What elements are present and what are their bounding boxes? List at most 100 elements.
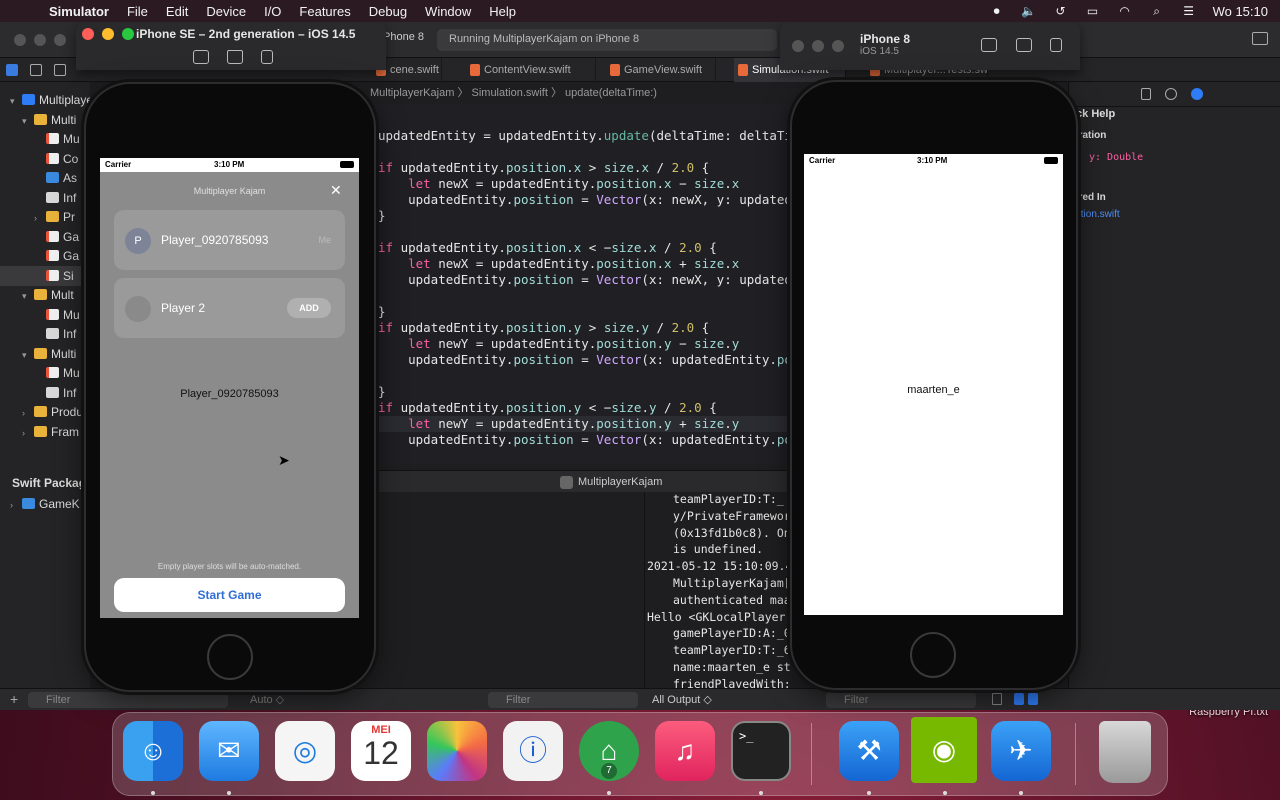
- simulator-8-titlebar[interactable]: iPhone 8 iOS 14.5: [780, 22, 1080, 70]
- nvidia-icon[interactable]: ◉: [911, 717, 977, 783]
- menu-app-name[interactable]: Simulator: [40, 4, 118, 19]
- symbol-navigator-icon[interactable]: [54, 64, 66, 76]
- navigator-item[interactable]: › Fram: [0, 422, 90, 442]
- source-control-icon[interactable]: [30, 64, 42, 76]
- iphone-8-screen[interactable]: Carrier 3:10 PM maarten_e: [804, 154, 1063, 615]
- navigator-item[interactable]: › Pr: [0, 207, 90, 227]
- navigator-item[interactable]: Inf: [0, 188, 90, 208]
- music-icon[interactable]: ♫: [655, 721, 715, 781]
- calendar-icon[interactable]: MEI 12: [351, 721, 411, 781]
- rotate-icon[interactable]: [1050, 38, 1062, 52]
- menu-device[interactable]: Device: [197, 4, 255, 19]
- navigator-filter-input[interactable]: Filter: [28, 692, 228, 708]
- tab-contentview[interactable]: ContentView.swift: [466, 58, 596, 82]
- source-editor[interactable]: updatedEntity = updatedEntity.update(del…: [370, 104, 790, 464]
- terminal-icon[interactable]: >_: [731, 721, 791, 781]
- start-game-button[interactable]: Start Game: [114, 578, 345, 612]
- menu-debug[interactable]: Debug: [360, 4, 416, 19]
- navigator-item[interactable]: Inf: [0, 324, 90, 344]
- navigator-item[interactable]: Mu: [0, 129, 90, 149]
- screenshot-icon[interactable]: [981, 38, 997, 52]
- trash-icon[interactable]: [1099, 721, 1151, 783]
- time-machine-icon[interactable]: ↺: [1053, 4, 1069, 18]
- close-icon[interactable]: ✕: [330, 182, 342, 199]
- navigator-item[interactable]: Si: [0, 265, 90, 286]
- navigator-item[interactable]: ▾ Multi: [0, 344, 90, 364]
- auto-selector[interactable]: Auto ◇: [250, 693, 284, 706]
- menu-io[interactable]: I/O: [255, 4, 290, 19]
- menu-file[interactable]: File: [118, 4, 157, 19]
- console-output[interactable]: teamPlayerID:T:_ y/PrivateFramewor (0x13fd…: [645, 492, 790, 692]
- navigator-item[interactable]: ▾ Multi: [0, 110, 90, 130]
- all-output-selector[interactable]: All Output ◇: [652, 693, 712, 706]
- variables-view: [370, 492, 645, 692]
- console-filter-input[interactable]: Filter: [826, 692, 976, 708]
- debug-target-label[interactable]: MultiplayerKajam: [578, 471, 662, 493]
- code-line: updatedEntity = updatedEntity.update(del…: [378, 128, 790, 143]
- add-icon[interactable]: +: [10, 691, 18, 707]
- navigator-item[interactable]: Ga: [0, 227, 90, 247]
- navigator-item[interactable]: ▾Multiplayer: [0, 90, 90, 110]
- mail-icon[interactable]: ✉: [199, 721, 259, 781]
- history-icon[interactable]: [1165, 88, 1177, 100]
- auto-match-note: Empty player slots will be auto-matched.: [157, 562, 302, 571]
- home-icon[interactable]: [1016, 38, 1032, 52]
- screenshot-icon[interactable]: [193, 50, 209, 64]
- quick-help-icon[interactable]: [1191, 88, 1203, 100]
- bank-icon[interactable]: ⌂ 7: [579, 721, 639, 781]
- breadcrumb-file[interactable]: Simulation.swift: [472, 87, 548, 99]
- spotlight-icon[interactable]: ⌕: [1149, 4, 1165, 18]
- navigator-item[interactable]: As: [0, 168, 90, 188]
- record-icon[interactable]: ⏺: [989, 4, 1005, 18]
- menubar-clock[interactable]: Wo 15:10: [1213, 4, 1268, 19]
- simulator-8-window-controls[interactable]: [792, 40, 844, 52]
- navigator-item[interactable]: Mu: [0, 305, 90, 325]
- file-inspector-icon[interactable]: [1141, 88, 1151, 100]
- safari-icon[interactable]: ◎: [275, 721, 335, 781]
- breadcrumb-project[interactable]: MultiplayerKajam: [370, 87, 454, 99]
- wifi-icon[interactable]: ◠: [1117, 4, 1133, 18]
- xcode-window-controls[interactable]: [14, 34, 66, 46]
- add-player-button[interactable]: ADD: [287, 298, 331, 318]
- navigator-selector[interactable]: [6, 64, 66, 76]
- navigator-item[interactable]: Ga: [0, 246, 90, 266]
- declared-in-link[interactable]: lation.swift: [1073, 209, 1120, 220]
- battery-icon[interactable]: ▭: [1085, 4, 1101, 18]
- tab-gameview[interactable]: GameView.swift: [606, 58, 716, 82]
- navigator-item[interactable]: Inf: [0, 383, 90, 403]
- simulator-icon[interactable]: ✈: [991, 721, 1051, 781]
- menu-features[interactable]: Features: [290, 4, 359, 19]
- navigator-item[interactable]: ▾ Mult: [0, 285, 90, 305]
- rotate-icon[interactable]: [261, 50, 273, 64]
- finder-icon[interactable]: ☺: [123, 721, 183, 781]
- menu-window[interactable]: Window: [416, 4, 480, 19]
- inspector-toggle-icon[interactable]: [1252, 32, 1268, 45]
- photos-icon[interactable]: [427, 721, 487, 781]
- home-icon[interactable]: [227, 50, 243, 64]
- iphone-se-screen[interactable]: Carrier 3:10 PM Multiplayer Kajam ✕ P Pl…: [100, 158, 359, 618]
- simulator-se-titlebar[interactable]: iPhone SE – 2nd generation – iOS 14.5: [76, 22, 386, 70]
- scheme-destination[interactable]: Phone 8: [383, 31, 424, 43]
- navigator-item[interactable]: › Produ: [0, 402, 90, 422]
- home-button[interactable]: [910, 632, 956, 678]
- swift-packages-header: Swift Packag: [12, 476, 87, 490]
- control-center-icon[interactable]: ☰: [1181, 4, 1197, 18]
- navigator-item[interactable]: Mu: [0, 363, 90, 383]
- menu-edit[interactable]: Edit: [157, 4, 197, 19]
- home-button[interactable]: [207, 634, 253, 680]
- package-item[interactable]: › GameK: [0, 494, 90, 514]
- volume-icon[interactable]: 🔈: [1021, 4, 1037, 18]
- split-right-icon[interactable]: [1028, 693, 1038, 705]
- trash-icon[interactable]: [992, 693, 1002, 705]
- split-left-icon[interactable]: [1014, 693, 1024, 705]
- plist-icon: [46, 386, 59, 398]
- navigator-item[interactable]: Co: [0, 149, 90, 169]
- console-line: teamPlayerID:T:_6: [673, 643, 790, 658]
- breadcrumb-symbol[interactable]: update(deltaTime:): [565, 87, 657, 99]
- xcode-icon[interactable]: ⚒: [839, 721, 899, 781]
- 1password-icon[interactable]: ⓘ: [503, 721, 563, 781]
- menu-help[interactable]: Help: [480, 4, 525, 19]
- simulator-se-window-controls[interactable]: [82, 28, 134, 40]
- project-navigator-icon[interactable]: [6, 64, 18, 76]
- variables-filter-input[interactable]: Filter: [488, 692, 638, 708]
